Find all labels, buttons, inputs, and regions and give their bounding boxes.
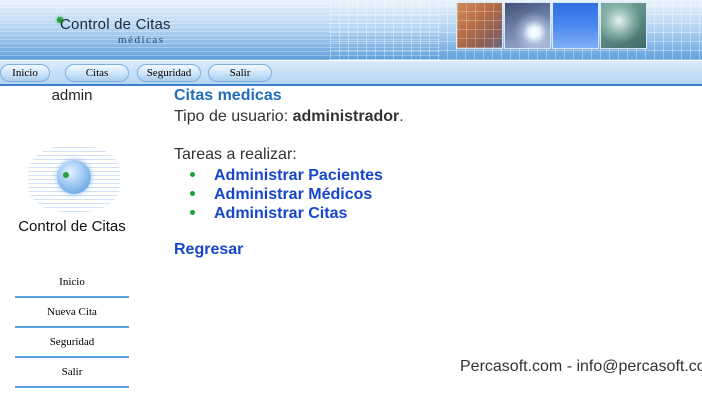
administrar-medicos-link[interactable]: Administrar Médicos <box>214 186 372 203</box>
tasks-label: Tareas a realizar: <box>174 146 297 163</box>
tasks-list: Administrar Pacientes Administrar Médico… <box>174 165 383 222</box>
user-type-value: administrador <box>292 108 400 125</box>
bullet-icon <box>190 210 195 215</box>
nav-inicio-button[interactable]: Inicio <box>0 64 50 82</box>
lightning-sky-thumbnail <box>504 2 551 49</box>
sidebar-item-salir[interactable]: Salir <box>15 358 129 388</box>
blue-sky-thumbnail <box>552 2 599 49</box>
logo-title: Control de Citas <box>60 16 171 33</box>
sidebar-menu: Inicio Nueva Cita Seguridad Salir <box>15 268 129 388</box>
clouds-thumbnail <box>600 2 647 49</box>
globe-logo-icon <box>57 160 91 194</box>
bullet-icon <box>190 191 195 196</box>
sidebar-item-inicio[interactable]: Inicio <box>15 268 129 298</box>
page-title: Citas medicas <box>174 87 282 104</box>
sidebar-item-seguridad[interactable]: Seguridad <box>15 328 129 358</box>
sidebar-item-nueva-cita[interactable]: Nueva Cita <box>15 298 129 328</box>
user-type-suffix: . <box>399 108 404 125</box>
list-item: Administrar Pacientes <box>174 165 383 184</box>
nav-seguridad-button[interactable]: Seguridad <box>137 64 201 82</box>
nav-salir-button[interactable]: Salir <box>208 64 272 82</box>
bullet-icon <box>190 172 195 177</box>
logo-subtitle: médicas <box>118 34 165 46</box>
grid-pattern-thumbnail <box>456 2 503 49</box>
sidebar-app-title: Control de Citas <box>18 218 126 235</box>
list-item: Administrar Médicos <box>174 184 383 203</box>
nav-citas-button[interactable]: Citas <box>65 64 129 82</box>
user-type-line: Tipo de usuario: administrador. <box>174 108 404 126</box>
regresar-link[interactable]: Regresar <box>174 241 243 259</box>
administrar-citas-link[interactable]: Administrar Citas <box>214 205 347 222</box>
footer-text: Percasoft.com - info@percasoft.com <box>460 358 702 375</box>
top-nav: Inicio Citas Seguridad Salir <box>0 60 702 86</box>
user-type-label: Tipo de usuario: <box>174 108 293 125</box>
list-item: Administrar Citas <box>174 203 383 222</box>
administrar-pacientes-link[interactable]: Administrar Pacientes <box>214 167 383 184</box>
username-label: admin <box>51 87 93 104</box>
header-banner: Control de Citas médicas <box>0 0 702 60</box>
